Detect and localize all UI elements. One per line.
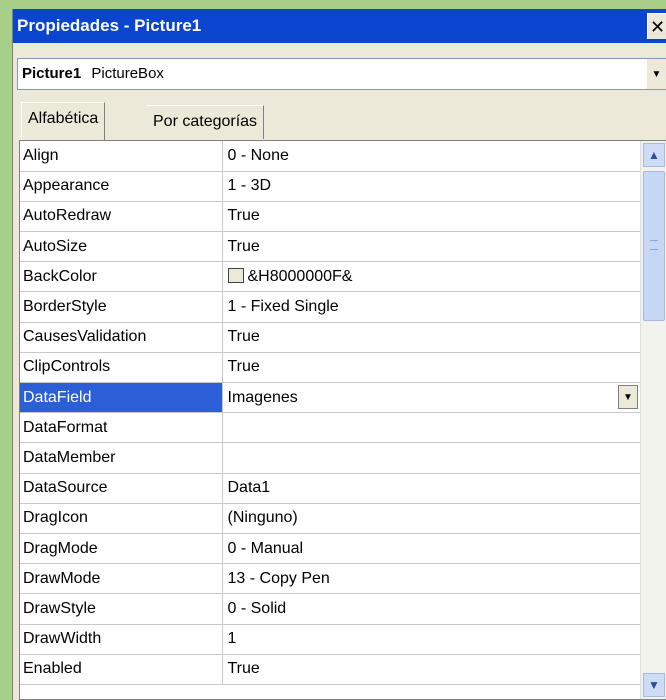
property-name[interactable]: DataFormat <box>20 412 223 444</box>
property-name[interactable]: DrawWidth <box>20 624 223 655</box>
property-name[interactable]: Align <box>20 141 223 172</box>
property-name[interactable]: AutoRedraw <box>20 201 223 233</box>
object-selector-dropdown[interactable]: ▼ <box>646 59 666 89</box>
property-value[interactable]: 1 <box>222 624 640 655</box>
property-value[interactable]: True <box>222 201 640 233</box>
object-selector[interactable]: Picture1 PictureBox ▼ <box>17 58 666 90</box>
color-swatch <box>227 267 244 283</box>
property-value[interactable] <box>222 442 640 474</box>
property-grid: Align 0 - None Appearance 1 - 3D AutoRedraw T… <box>19 140 666 700</box>
value-dropdown-button[interactable]: ▼ <box>618 385 638 409</box>
property-value[interactable]: 1 - 3D <box>222 171 640 202</box>
property-row[interactable]: DataFormat <box>20 412 640 444</box>
property-row[interactable]: AutoRedraw True <box>20 201 640 233</box>
property-value-text: (Ninguno) <box>227 509 298 527</box>
property-name[interactable]: BorderStyle <box>20 291 223 323</box>
property-value-text: True <box>227 237 260 255</box>
property-value[interactable] <box>222 412 640 444</box>
property-value[interactable]: True <box>222 322 640 353</box>
property-value[interactable]: &H8000000F& <box>222 261 640 293</box>
tab-alfabetica[interactable]: Alfabética <box>21 102 106 140</box>
property-value-text: 0 - Solid <box>227 599 287 617</box>
properties-window: Propiedades - Picture1 ✕ Picture1 Pictur… <box>12 9 666 700</box>
property-value-text: True <box>227 328 260 346</box>
property-name[interactable]: Enabled <box>20 654 223 685</box>
tab-label: Alfabética <box>28 110 99 127</box>
property-value[interactable]: True <box>222 654 640 685</box>
property-value-text: True <box>227 207 260 225</box>
property-value[interactable]: (Ninguno) <box>222 503 640 534</box>
property-value-text: 0 - Manual <box>227 539 304 557</box>
scroll-down-button[interactable]: ▼ <box>643 673 665 697</box>
property-value-text: 1 - 3D <box>227 177 272 195</box>
property-row[interactable]: DataMember <box>20 442 640 474</box>
property-row[interactable]: DataSource Data1 <box>20 473 640 504</box>
property-row[interactable]: AutoSize True <box>20 231 640 263</box>
property-name[interactable]: DragIcon <box>20 503 223 534</box>
property-row[interactable]: CausesValidation True <box>20 322 640 353</box>
scroll-up-button[interactable]: ▲ <box>643 143 665 167</box>
tab-por-categorias[interactable]: Por categorías <box>147 105 265 139</box>
property-value[interactable]: True <box>222 352 640 384</box>
grip-icon <box>650 240 658 250</box>
property-row[interactable]: DragMode 0 - Manual <box>20 533 640 565</box>
property-name[interactable]: DataSource <box>20 473 223 504</box>
property-value-text: 13 - Copy Pen <box>227 569 330 587</box>
chevron-down-icon: ▼ <box>651 69 662 80</box>
property-name[interactable]: BackColor <box>20 261 223 293</box>
close-button[interactable]: ✕ <box>647 13 666 39</box>
property-value-text: &H8000000F& <box>247 267 353 285</box>
property-row[interactable]: DataField Imagenes ▼ <box>20 382 640 414</box>
property-value[interactable]: 0 - None <box>222 141 640 172</box>
property-row[interactable]: DrawStyle 0 - Solid <box>20 593 640 625</box>
property-value-text: 1 - Fixed Single <box>227 298 339 316</box>
property-row[interactable]: Align 0 - None <box>20 141 640 172</box>
tab-label: Por categorías <box>153 113 258 130</box>
property-value-text: True <box>227 358 260 376</box>
property-name[interactable]: DrawMode <box>20 563 223 595</box>
property-value-text: Data1 <box>227 479 271 497</box>
property-name[interactable]: DragMode <box>20 533 223 565</box>
property-row[interactable]: DragIcon (Ninguno) <box>20 503 640 534</box>
property-value[interactable]: 0 - Manual <box>222 533 640 565</box>
property-row[interactable]: Appearance 1 - 3D <box>20 171 640 202</box>
property-name[interactable]: DataField <box>20 382 223 414</box>
property-row[interactable]: BorderStyle 1 - Fixed Single <box>20 291 640 323</box>
property-name[interactable]: CausesValidation <box>20 322 223 353</box>
property-value-text: 0 - None <box>227 146 289 164</box>
property-value-text: True <box>227 660 260 678</box>
property-value[interactable]: Imagenes ▼ <box>222 382 640 414</box>
property-value[interactable]: Data1 <box>222 473 640 504</box>
property-value[interactable]: True <box>222 231 640 263</box>
property-name[interactable]: DataMember <box>20 442 223 474</box>
property-row[interactable]: DrawMode 13 - Copy Pen <box>20 563 640 595</box>
object-type: PictureBox <box>91 65 164 82</box>
title-bar[interactable]: Propiedades - Picture1 ✕ <box>13 9 666 43</box>
property-name[interactable]: ClipControls <box>20 352 223 384</box>
property-name[interactable]: DrawStyle <box>20 593 223 625</box>
object-name: Picture1 <box>22 65 82 82</box>
chevron-down-icon: ▼ <box>648 678 660 692</box>
property-value-text: 1 <box>227 630 237 648</box>
property-value-text: Imagenes <box>227 388 298 406</box>
property-row[interactable]: DrawWidth 1 <box>20 624 640 655</box>
property-table: Align 0 - None Appearance 1 - 3D AutoRedraw T… <box>20 141 640 685</box>
property-row[interactable]: BackColor &H8000000F& <box>20 261 640 293</box>
chevron-down-icon: ▼ <box>623 392 633 403</box>
property-name[interactable]: Appearance <box>20 171 223 202</box>
property-row[interactable]: Enabled True <box>20 654 640 685</box>
window-title: Propiedades - Picture1 <box>17 16 202 35</box>
scroll-thumb[interactable] <box>643 171 665 321</box>
chevron-up-icon: ▲ <box>648 148 660 162</box>
property-value[interactable]: 0 - Solid <box>222 593 640 625</box>
property-row[interactable]: ClipControls True <box>20 352 640 384</box>
vertical-scrollbar[interactable]: ▲ ▼ <box>640 141 666 699</box>
property-value[interactable]: 1 - Fixed Single <box>222 291 640 323</box>
property-value[interactable]: 13 - Copy Pen <box>222 563 640 595</box>
close-icon: ✕ <box>649 17 666 37</box>
property-name[interactable]: AutoSize <box>20 231 223 263</box>
tab-strip: Alfabética Por categorías <box>17 99 666 140</box>
